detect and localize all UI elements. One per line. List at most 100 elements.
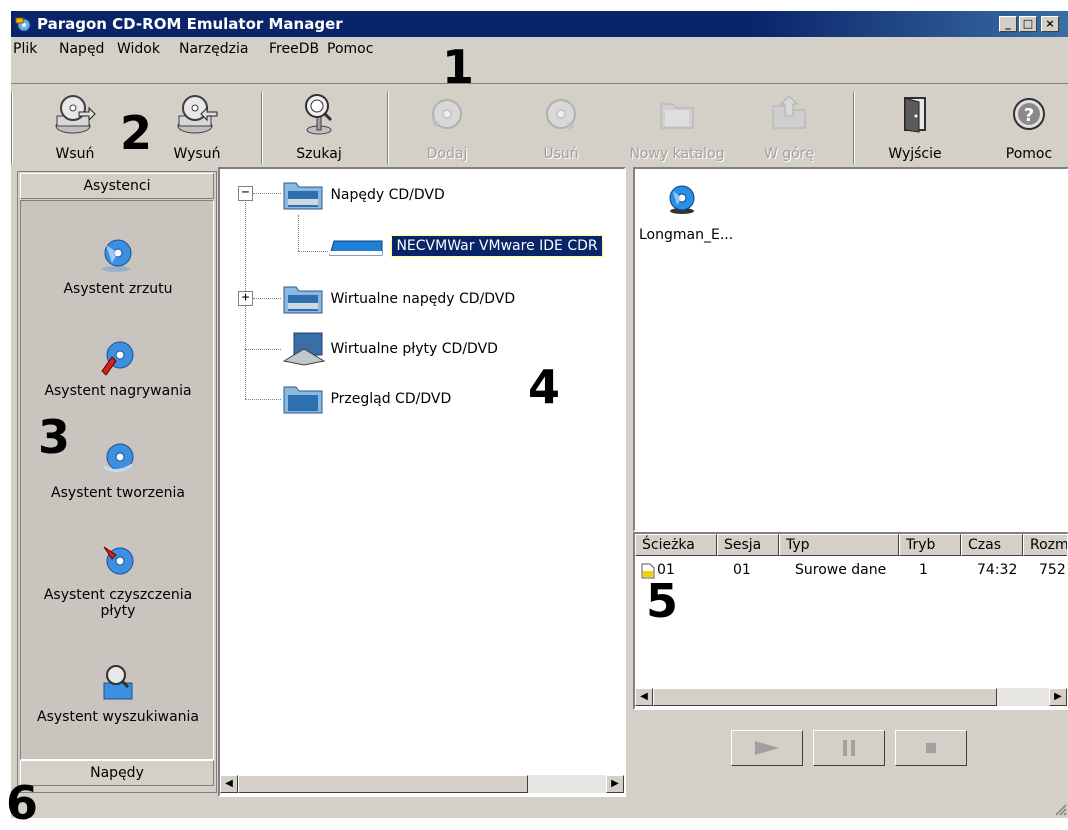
scroll-thumb[interactable] xyxy=(238,775,528,793)
assistant-search[interactable]: Asystent wyszukiwania xyxy=(21,663,215,725)
virtual-drive-folder-icon xyxy=(283,286,323,314)
app-icon xyxy=(15,17,31,32)
menu-narzedzia[interactable]: Narzędzia xyxy=(179,41,248,57)
menu-naped[interactable]: Napęd xyxy=(59,41,104,57)
help-label: Pomoc xyxy=(1005,146,1053,162)
tree-node-cd-drives[interactable]: Napędy CD/DVD xyxy=(282,177,445,213)
tree-scrollbar[interactable]: ◀ ▶ xyxy=(220,775,624,793)
column-header-mode[interactable]: Tryb xyxy=(899,534,961,556)
disc-image-icon xyxy=(102,239,132,272)
assistant-create-label: Asystent tworzenia xyxy=(51,485,185,501)
file-item-label: Longman_E... xyxy=(639,227,734,243)
eject-button[interactable]: Wysuń xyxy=(161,88,233,168)
tree-connector xyxy=(245,349,281,350)
tree-node-virtual-discs[interactable]: Wirtualne płyty CD/DVD xyxy=(282,331,498,367)
column-header-session[interactable]: Sesja xyxy=(717,534,779,556)
search-button[interactable]: Szukaj xyxy=(279,88,359,168)
menu-freedb[interactable]: FreeDB xyxy=(269,41,319,57)
annotation-4: 4 xyxy=(528,360,561,414)
menu-widok[interactable]: Widok xyxy=(117,41,160,57)
cd-disc-icon xyxy=(669,185,695,214)
column-header-type[interactable]: Typ xyxy=(779,534,899,556)
assistant-erase-label: Asystent czyszczenia płyty xyxy=(43,587,193,619)
tree-connector xyxy=(298,215,299,251)
add-button[interactable]: Dodaj xyxy=(407,88,487,168)
toolbar-separator xyxy=(11,92,13,164)
scroll-right-arrow-icon[interactable]: ▶ xyxy=(606,775,624,793)
assistant-burn[interactable]: Asystent nagrywania xyxy=(21,337,215,399)
tree-node-label: Przegląd CD/DVD xyxy=(330,391,452,407)
toolbar-separator xyxy=(853,92,855,164)
column-header-time[interactable]: Czas xyxy=(961,534,1023,556)
scroll-right-arrow-icon[interactable]: ▶ xyxy=(1049,688,1067,706)
stop-button[interactable] xyxy=(895,730,967,766)
remove-button[interactable]: Usuń xyxy=(521,88,601,168)
menu-plik[interactable]: Plik xyxy=(13,41,37,57)
title-bar[interactable]: Paragon CD-ROM Emulator Manager _ □ × xyxy=(11,11,1068,37)
virtual-disc-icon xyxy=(282,332,326,366)
player-controls xyxy=(633,710,1068,798)
insert-label: Wsuń xyxy=(55,146,95,162)
assistant-image-label: Asystent zrzutu xyxy=(63,281,173,297)
drive-tree: − Napędy CD/DVD NECVMWar VMware IDE CDR … xyxy=(218,167,626,797)
tree-node-vmware-cdr[interactable]: NECVMWar VMware IDE CDR xyxy=(328,233,603,259)
column-header-track[interactable]: Ścieżka xyxy=(635,534,717,556)
scroll-left-arrow-icon[interactable]: ◀ xyxy=(220,775,238,793)
tree-node-label: Wirtualne napędy CD/DVD xyxy=(330,291,516,307)
tree-node-browse[interactable]: Przegląd CD/DVD xyxy=(282,381,451,417)
tracks-scrollbar[interactable]: ◀ ▶ xyxy=(635,688,1067,706)
exit-button[interactable]: Wyjście xyxy=(871,88,959,168)
up-label: W górę xyxy=(763,146,815,162)
search-label: Szukaj xyxy=(296,146,342,162)
pause-icon xyxy=(843,740,855,756)
collapse-toggle[interactable]: − xyxy=(238,186,253,201)
assistants-panel: Asystenci Asystent zrzutu Asystent nagry… xyxy=(17,171,217,793)
assistants-list: Asystent zrzutu Asystent nagrywania Asys… xyxy=(20,200,214,760)
minimize-button[interactable]: _ xyxy=(999,16,1017,32)
assistant-image[interactable]: Asystent zrzutu xyxy=(21,235,215,297)
eject-disc-icon xyxy=(177,95,218,134)
new-folder-icon xyxy=(660,103,694,129)
toolbar: Wsuń Wysuń Szukaj Dodaj Usuń Nowy katalo… xyxy=(11,83,1068,171)
insert-button[interactable]: Wsuń xyxy=(39,88,111,168)
tree-connector xyxy=(253,298,281,299)
assistant-burn-label: Asystent nagrywania xyxy=(44,383,192,399)
scroll-thumb[interactable] xyxy=(653,688,997,706)
disc-search-icon xyxy=(103,665,133,700)
exit-label: Wyjście xyxy=(888,146,942,162)
play-button[interactable] xyxy=(731,730,803,766)
cell-time: 74:32 xyxy=(977,562,1018,578)
exit-door-icon xyxy=(904,97,926,133)
annotation-1: 1 xyxy=(442,40,475,94)
play-icon xyxy=(755,741,779,755)
up-button[interactable]: W górę xyxy=(749,88,829,168)
help-button[interactable]: ? Pomoc xyxy=(989,88,1068,168)
folder-up-icon xyxy=(772,95,806,129)
column-header-size[interactable]: Rozmiar xyxy=(1023,534,1067,556)
scroll-left-arrow-icon[interactable]: ◀ xyxy=(635,688,653,706)
tracks-list: Ścieżka Sesja Typ Tryb Czas Rozmiar 01 0… xyxy=(633,532,1068,710)
assistant-erase[interactable]: Asystent czyszczenia płyty xyxy=(21,541,215,619)
resize-grip-icon[interactable] xyxy=(1053,802,1067,816)
help-icon: ? xyxy=(1013,98,1045,130)
window-title: Paragon CD-ROM Emulator Manager xyxy=(37,15,343,33)
tree-node-virtual-drives[interactable]: Wirtualne napędy CD/DVD xyxy=(282,281,515,317)
tree-node-label: NECVMWar VMware IDE CDR xyxy=(391,235,603,257)
menu-pomoc[interactable]: Pomoc xyxy=(327,41,373,57)
pause-button[interactable] xyxy=(813,730,885,766)
drives-header[interactable]: Napędy xyxy=(20,760,214,786)
remove-disc-icon xyxy=(546,99,576,130)
new-folder-button[interactable]: Nowy katalog xyxy=(627,88,727,168)
stop-icon xyxy=(926,743,936,753)
expand-toggle[interactable]: + xyxy=(238,291,253,306)
cell-type: Surowe dane xyxy=(795,562,887,578)
maximize-button[interactable]: □ xyxy=(1019,16,1037,32)
close-button[interactable]: × xyxy=(1041,16,1059,32)
file-item[interactable]: Longman_E... xyxy=(639,183,739,243)
new-folder-label: Nowy katalog xyxy=(629,146,725,162)
disc-erase-icon xyxy=(103,546,134,575)
tree-node-label: Wirtualne płyty CD/DVD xyxy=(330,341,498,357)
assistants-header[interactable]: Asystenci xyxy=(20,173,214,199)
table-row[interactable]: 01 01 Surowe dane 1 74:32 752 xyxy=(635,558,1067,580)
toolbar-separator xyxy=(261,92,263,164)
